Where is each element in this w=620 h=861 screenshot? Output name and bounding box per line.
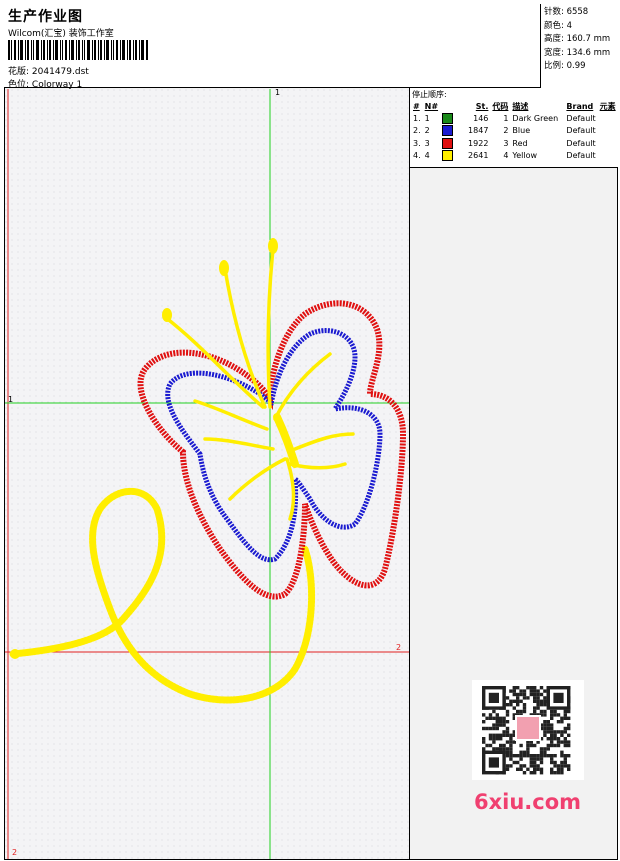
axis-marker-right: 2 (396, 643, 402, 652)
table-row: 3. 3 1922 3 Red Default (413, 137, 596, 149)
barcode (8, 40, 148, 60)
stat-scale: 比例: 0.99 (544, 61, 586, 71)
axis-marker-top: 1 (275, 88, 281, 97)
design-file: 花版: 2041479.dst (8, 67, 89, 77)
table-row: 2. 2 1847 2 Blue Default (413, 125, 596, 137)
stop-order-title: 停止顺序: (412, 90, 447, 99)
seal-stamp (515, 715, 541, 741)
color-swatch (442, 112, 454, 124)
color-swatch (442, 125, 454, 137)
stat-colors: 颜色: 4 (544, 20, 572, 31)
stat-stitches: 针数: 6558 (544, 7, 589, 17)
stat-width: 宽度: 134.6 mm (544, 47, 611, 58)
color-swatch (442, 137, 454, 149)
table-row: 1. 1 146 1 Dark Green Default (413, 112, 596, 124)
header: 生产作业图 Wilcom(汇宝) 装饰工作室 花版: 2041479.dst 色… (4, 4, 618, 90)
color-swatch (442, 150, 454, 162)
stop-order-panel: 停止顺序: # N# St. 代码 描述 Brand 元素 1. 1 146 1 Dar… (409, 88, 618, 168)
table-row: 4. 4 2641 4 Yellow Default (413, 150, 596, 162)
stat-height: 高度: 160.7 mm (544, 34, 611, 44)
design-canvas (5, 89, 409, 859)
qr-code (472, 680, 584, 780)
watermark-text: 6xiu.com (474, 790, 582, 814)
stop-order-table: # N# St. 代码 描述 Brand 元素 1. 1 146 1 Dark Gree… (411, 100, 618, 162)
company-name: Wilcom(汇宝) 装饰工作室 (8, 29, 114, 39)
axis-marker-left: 1 (8, 395, 14, 404)
page-title: 生产作业图 (8, 9, 83, 25)
stop-order-header: # N# St. 代码 描述 Brand 元素 (413, 101, 616, 111)
design-stats: 针数: 6558 颜色: 4 高度: 160.7 mm 宽度: 134.6 mm… (540, 4, 618, 88)
design-file-value: 2041479.dst (31, 67, 89, 77)
axis-marker-bottom: 2 (12, 848, 18, 857)
